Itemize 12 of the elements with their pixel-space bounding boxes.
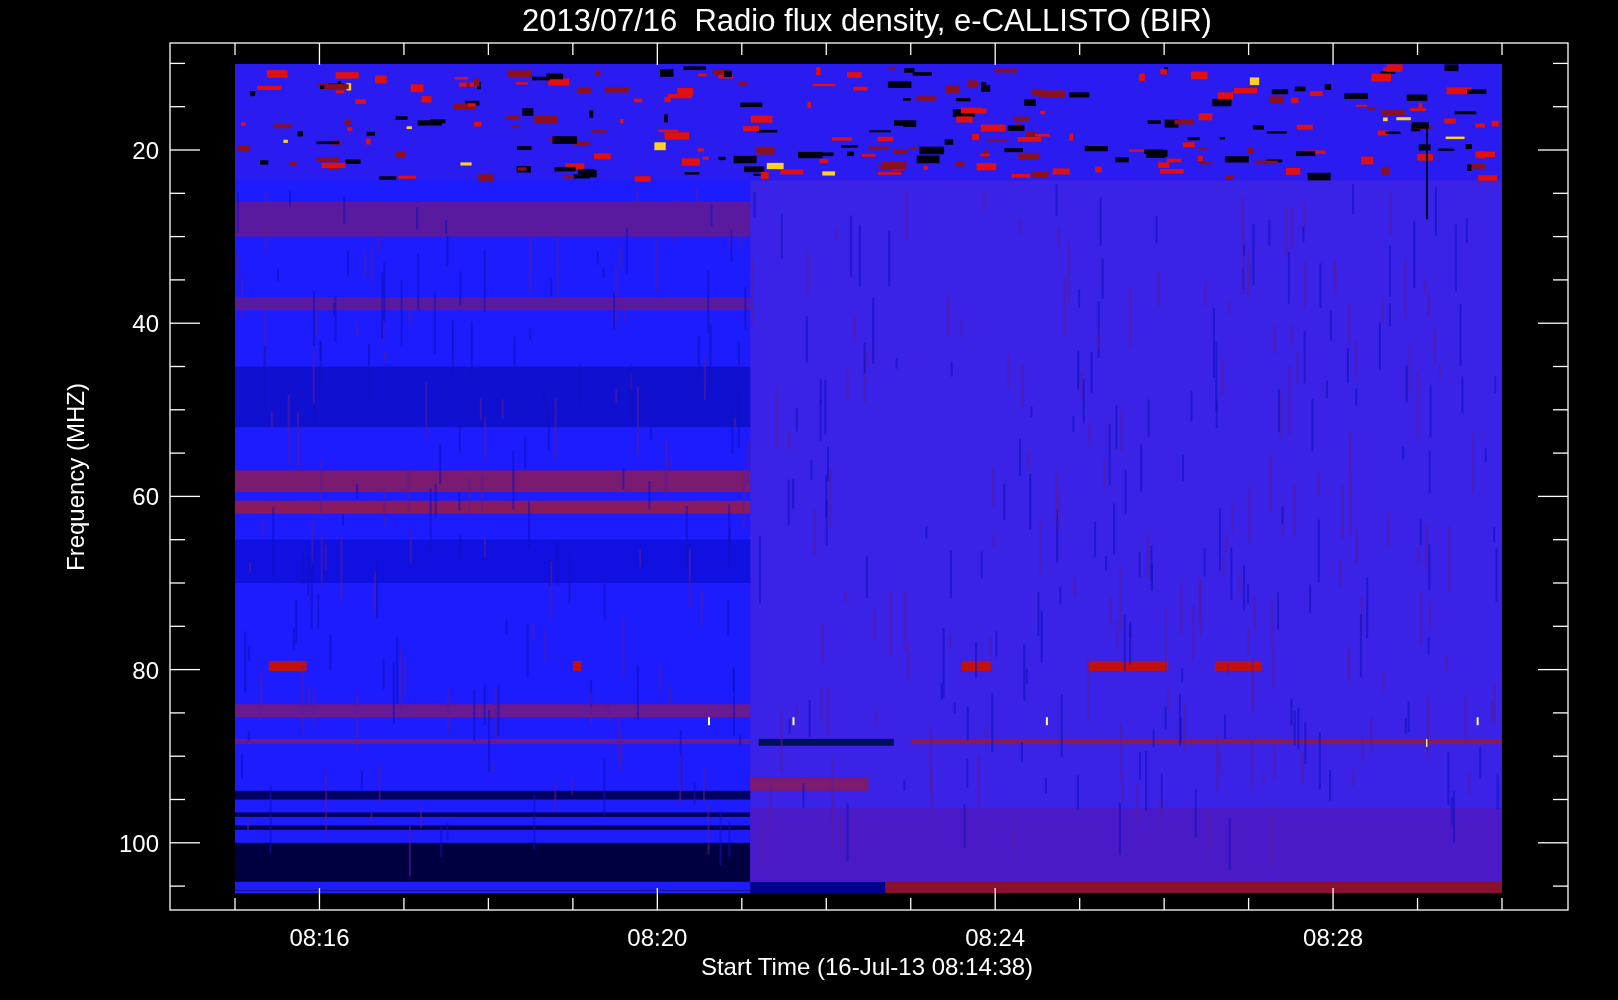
x-axis-label: Start Time (16-Jul-13 08:14:38): [700, 953, 1034, 980]
x-tick-label: 08:20: [627, 924, 688, 951]
chart-title: 2013/07/16 Radio flux density, e-CALLISTO (BIR): [522, 3, 1212, 38]
y-tick-label: 100: [118, 829, 159, 857]
y-axis-label: Frequency (MHZ): [62, 383, 89, 571]
y-tick-label: 80: [132, 656, 159, 684]
y-tick-label: 60: [132, 483, 159, 511]
y-tick-label: 20: [132, 137, 159, 164]
y-tick-label: 40: [132, 310, 159, 338]
x-tick-label: 08:24: [965, 924, 1026, 951]
x-tick-label: 08:28: [1303, 924, 1364, 951]
x-tick-label: 08:16: [289, 924, 350, 951]
